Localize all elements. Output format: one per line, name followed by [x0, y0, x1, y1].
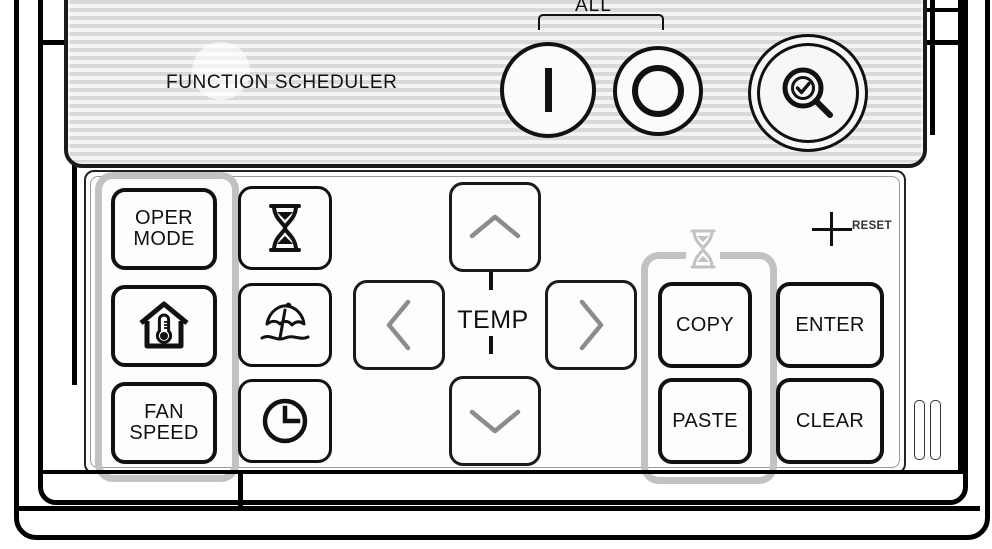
- oper-mode-button[interactable]: OPER MODE: [111, 188, 217, 270]
- bottom-lip-upper-rule: [38, 470, 963, 474]
- hourglass-icon: [269, 204, 301, 252]
- chevron-left-icon: [386, 299, 411, 351]
- beach-umbrella-icon: [260, 302, 310, 341]
- bottom-lip-divider: [238, 470, 243, 510]
- bottom-lip-lower-rule: [14, 506, 980, 511]
- house-thermometer-icon: [139, 301, 189, 349]
- reset-label: RESET: [852, 220, 892, 232]
- fan-speed-label: FAN SPEED: [129, 401, 199, 444]
- enter-button[interactable]: ENTER: [776, 282, 884, 368]
- temp-up-button[interactable]: [449, 182, 541, 272]
- paste-button[interactable]: PASTE: [658, 378, 752, 464]
- chevron-right-icon: [579, 299, 604, 351]
- temp-tick-top: [489, 272, 493, 290]
- clear-label: CLEAR: [795, 409, 865, 432]
- power-off-button[interactable]: [613, 46, 703, 136]
- clear-button[interactable]: CLEAR: [776, 378, 884, 464]
- all-bracket: [538, 14, 664, 30]
- nav-left-button[interactable]: [353, 280, 445, 370]
- temp-label: TEMP: [457, 306, 529, 334]
- copy-button[interactable]: COPY: [658, 282, 752, 368]
- reset-marker[interactable]: RESET: [812, 212, 904, 246]
- controller-device: FUNCTION SCHEDULER ALL OPER MODE FAN SPE…: [0, 0, 992, 549]
- outer-ring-decoration: [757, 43, 859, 143]
- grip-slot-right: [930, 400, 941, 460]
- head-title-label: FUNCTION SCHEDULER: [166, 72, 398, 93]
- paste-label: PASTE: [672, 409, 738, 432]
- nav-right-button[interactable]: [545, 280, 637, 370]
- temp-down-button[interactable]: [449, 376, 541, 466]
- room-temp-button[interactable]: [111, 285, 217, 367]
- grip-slot-left: [914, 400, 925, 460]
- clock-icon: [262, 398, 308, 444]
- oper-mode-label: OPER MODE: [133, 207, 195, 250]
- casing-right-vertical-rule: [958, 0, 963, 470]
- grip-slots: [914, 400, 944, 460]
- timer-button[interactable]: [238, 186, 332, 270]
- hourglass-small-icon: [690, 229, 716, 269]
- chevron-down-icon: [469, 409, 521, 434]
- power-off-ring-icon: [632, 65, 684, 117]
- power-on-button[interactable]: [500, 42, 596, 138]
- reset-cross-icon-vertical: [830, 212, 833, 246]
- enter-label: ENTER: [795, 313, 865, 336]
- temp-tick-bottom: [489, 336, 493, 354]
- chevron-up-icon: [469, 214, 521, 239]
- casing-right-inner-vertical-rule: [930, 0, 935, 135]
- check-status-button[interactable]: [748, 34, 868, 152]
- holiday-button[interactable]: [238, 283, 332, 367]
- copy-label: COPY: [676, 313, 734, 336]
- schedule-button[interactable]: [238, 379, 332, 463]
- fan-speed-button[interactable]: FAN SPEED: [111, 382, 217, 464]
- power-on-bar-icon: [544, 68, 552, 112]
